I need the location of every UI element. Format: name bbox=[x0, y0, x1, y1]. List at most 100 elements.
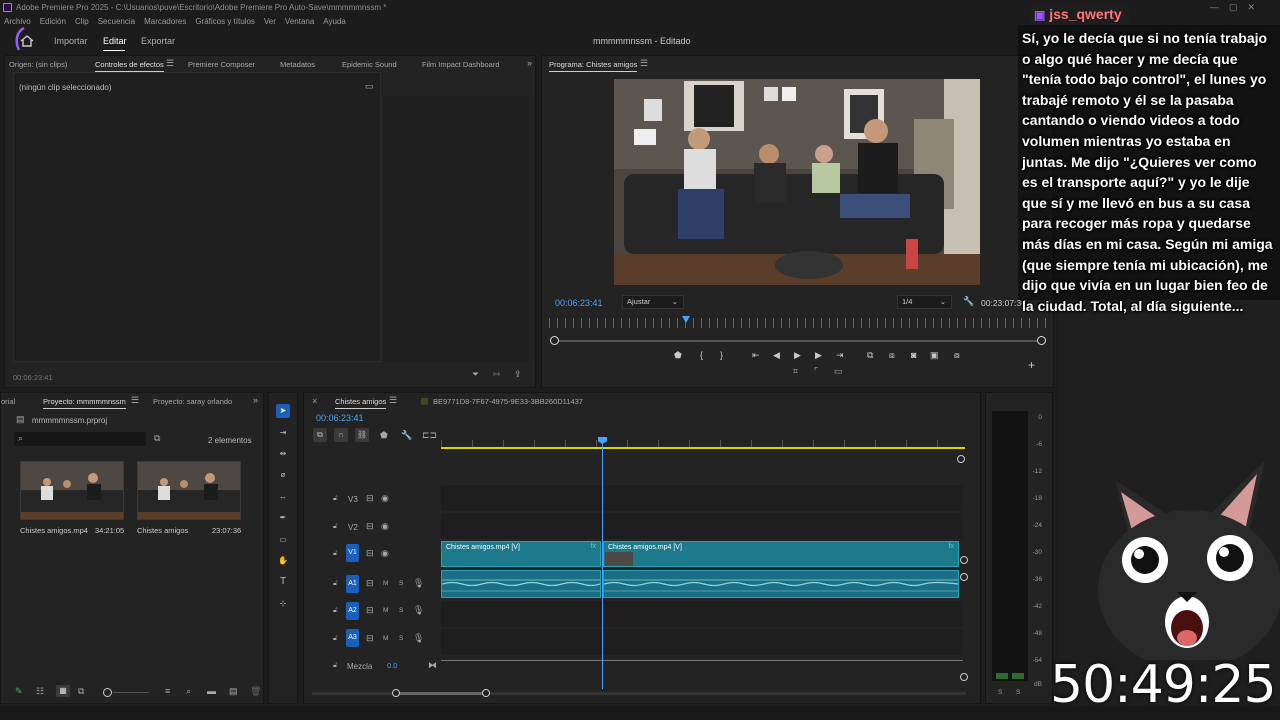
add-marker-icon[interactable]: ⬟ bbox=[380, 431, 388, 440]
horizontal-scroll-thumb[interactable] bbox=[396, 692, 486, 695]
ripple-edit-tool-icon[interactable]: ⇹ bbox=[276, 447, 290, 461]
timeline-settings-icon[interactable]: 🔧 bbox=[401, 431, 412, 440]
camera-icon[interactable]: ◙ bbox=[911, 350, 916, 360]
menu-ventana[interactable]: Ventana bbox=[285, 17, 314, 26]
trash-icon[interactable]: 🗑 bbox=[250, 687, 261, 696]
lock-icon[interactable]: 🔓︎ bbox=[333, 635, 338, 642]
mute-button[interactable]: M bbox=[383, 580, 388, 587]
menu-clip[interactable]: Clip bbox=[75, 17, 89, 26]
tab-orial[interactable]: orial bbox=[1, 397, 15, 406]
nest-toggle-icon[interactable]: ⧉ bbox=[313, 428, 327, 442]
tab-proyecto-saray[interactable]: Proyecto: saray orlando bbox=[153, 397, 232, 406]
program-tab[interactable]: Programa: Chistes amigos bbox=[549, 60, 638, 72]
playhead-line[interactable] bbox=[602, 439, 603, 689]
more-tabs-icon[interactable]: » bbox=[527, 59, 532, 68]
step-back-icon[interactable]: ◀ bbox=[773, 350, 780, 361]
eye-icon[interactable]: ◉ bbox=[381, 522, 389, 531]
more-tabs-icon[interactable]: » bbox=[253, 396, 258, 405]
track-scroll-handle[interactable] bbox=[960, 573, 968, 581]
audio-clip[interactable] bbox=[603, 570, 959, 598]
track-label-a1[interactable]: A1 bbox=[346, 575, 359, 593]
menu-ayuda[interactable]: Ayuda bbox=[323, 17, 346, 26]
mark-in-icon[interactable]: { bbox=[700, 350, 703, 360]
mix-end-icon[interactable]: ⧓ bbox=[428, 661, 437, 670]
project-item-thumbnail[interactable] bbox=[137, 461, 241, 520]
sync-lock-icon[interactable]: ⊟ bbox=[366, 606, 374, 615]
tab-controles-efectos[interactable]: Controles de efectos bbox=[95, 60, 164, 72]
menu-ver[interactable]: Ver bbox=[264, 17, 276, 26]
filter-icon[interactable]: ⏷ bbox=[472, 370, 479, 379]
caption-tool-icon[interactable]: ⊹ bbox=[276, 597, 290, 611]
mark-out-icon[interactable]: } bbox=[720, 350, 723, 360]
toggle-timeline-icon[interactable]: ▭ bbox=[365, 82, 374, 91]
share-icon[interactable]: ⇪ bbox=[514, 370, 522, 379]
wrench-icon[interactable]: 🔧 bbox=[963, 297, 974, 306]
zoom-handle-left[interactable] bbox=[550, 336, 559, 345]
go-to-out-icon[interactable]: ⇥ bbox=[836, 350, 844, 361]
track-scroll-handle[interactable] bbox=[960, 556, 968, 564]
sort-icon[interactable]: ≡ bbox=[165, 687, 170, 696]
menu-marcadores[interactable]: Marcadores bbox=[144, 17, 186, 26]
lock-icon[interactable]: 🔓︎ bbox=[333, 523, 338, 530]
panel-menu-icon[interactable]: ☰ bbox=[166, 59, 174, 68]
zoom-scrollbar[interactable] bbox=[553, 340, 1045, 342]
pen-tool-icon[interactable]: ✒ bbox=[276, 511, 290, 525]
type-tool-icon[interactable]: T bbox=[276, 575, 290, 589]
vertical-scroll-handle[interactable] bbox=[957, 455, 965, 463]
scroll-handle-right[interactable] bbox=[482, 689, 490, 697]
lock-icon[interactable]: 🔓︎ bbox=[333, 580, 338, 587]
project-item-thumbnail[interactable] bbox=[20, 461, 124, 520]
tab-proyecto-mmm[interactable]: Proyecto: mmmmmnssm bbox=[43, 397, 126, 409]
track-label-a2[interactable]: A2 bbox=[346, 602, 359, 620]
lift-icon[interactable]: ⧉ bbox=[867, 350, 873, 361]
comparison-icon[interactable]: ▣ bbox=[930, 350, 939, 361]
program-menu-icon[interactable]: ☰ bbox=[640, 59, 648, 68]
freeform-view-icon[interactable]: ⧉ bbox=[78, 687, 84, 696]
solo-button[interactable]: S bbox=[399, 607, 403, 614]
lock-icon[interactable]: 🔓︎ bbox=[333, 550, 338, 557]
safe-margins-icon[interactable]: ⌗ bbox=[793, 367, 798, 376]
tab-origen[interactable]: Origen: (sin clips) bbox=[9, 60, 67, 69]
linked-selection-icon[interactable]: ⛓ bbox=[355, 428, 369, 442]
mute-button[interactable]: M bbox=[383, 607, 388, 614]
solo-button[interactable]: S bbox=[399, 635, 403, 642]
work-area-bar[interactable] bbox=[441, 447, 965, 449]
mix-value[interactable]: 0.0 bbox=[387, 661, 397, 670]
sync-lock-icon[interactable]: ⊟ bbox=[366, 579, 374, 588]
rectangle-tool-icon[interactable]: ▭ bbox=[276, 533, 290, 547]
project-menu-icon[interactable]: ☰ bbox=[131, 396, 139, 405]
extract-icon[interactable]: ⧈ bbox=[889, 350, 895, 361]
track-scroll-handle[interactable] bbox=[960, 673, 968, 681]
frame-icon[interactable]: ▭ bbox=[834, 367, 843, 376]
pencil-icon[interactable]: ✎ bbox=[15, 687, 23, 696]
export-icon[interactable]: ↦ bbox=[493, 370, 501, 379]
timeline-menu-icon[interactable]: ☰ bbox=[389, 396, 397, 405]
captions-icon[interactable]: ⊏⊐ bbox=[422, 431, 437, 440]
sync-lock-icon[interactable]: ⊟ bbox=[366, 522, 374, 531]
window-controls[interactable]: — ▢ ✕ bbox=[1210, 2, 1255, 13]
tab-editar[interactable]: Editar bbox=[103, 36, 127, 46]
tab-importar[interactable]: Importar bbox=[54, 36, 88, 46]
tab-film-impact[interactable]: Film Impact Dashboard bbox=[422, 60, 500, 69]
find-icon[interactable]: ⌕ bbox=[186, 687, 191, 696]
multicam-icon[interactable]: ⧇ bbox=[954, 350, 960, 361]
new-bin-icon[interactable]: ⧉ bbox=[154, 434, 160, 443]
timeline-other-tab[interactable]: BE9771D8-7F67-4975-9E33-3BB260D11437 bbox=[433, 397, 583, 406]
slip-tool-icon[interactable]: ↔ bbox=[276, 490, 290, 504]
zoom-slider-handle[interactable] bbox=[103, 688, 112, 697]
snap-icon[interactable]: ∩ bbox=[334, 428, 348, 442]
tab-metadatos[interactable]: Metadatos bbox=[280, 60, 315, 69]
video-clip[interactable]: Chistes amigos.mp4 [V] fx bbox=[441, 541, 601, 567]
video-clip[interactable]: Chistes amigos.mp4 [V] fx bbox=[603, 541, 959, 567]
new-item-icon[interactable]: ▤ bbox=[229, 687, 238, 696]
menu-archivo[interactable]: Archivo bbox=[4, 17, 31, 26]
scroll-handle-left[interactable] bbox=[392, 689, 400, 697]
menu-graficos[interactable]: Gráficos y títulos bbox=[195, 17, 255, 26]
folder-icon[interactable]: ▬ bbox=[207, 687, 216, 696]
solo-right-button[interactable]: S bbox=[1016, 689, 1020, 696]
zoom-handle-right[interactable] bbox=[1037, 336, 1046, 345]
fit-dropdown[interactable]: Ajustar ⌄ bbox=[622, 295, 684, 309]
razor-tool-icon[interactable]: ⌀ bbox=[276, 468, 290, 482]
eye-icon[interactable]: ◉ bbox=[381, 549, 389, 558]
hand-tool-icon[interactable]: ✋ bbox=[276, 554, 290, 568]
